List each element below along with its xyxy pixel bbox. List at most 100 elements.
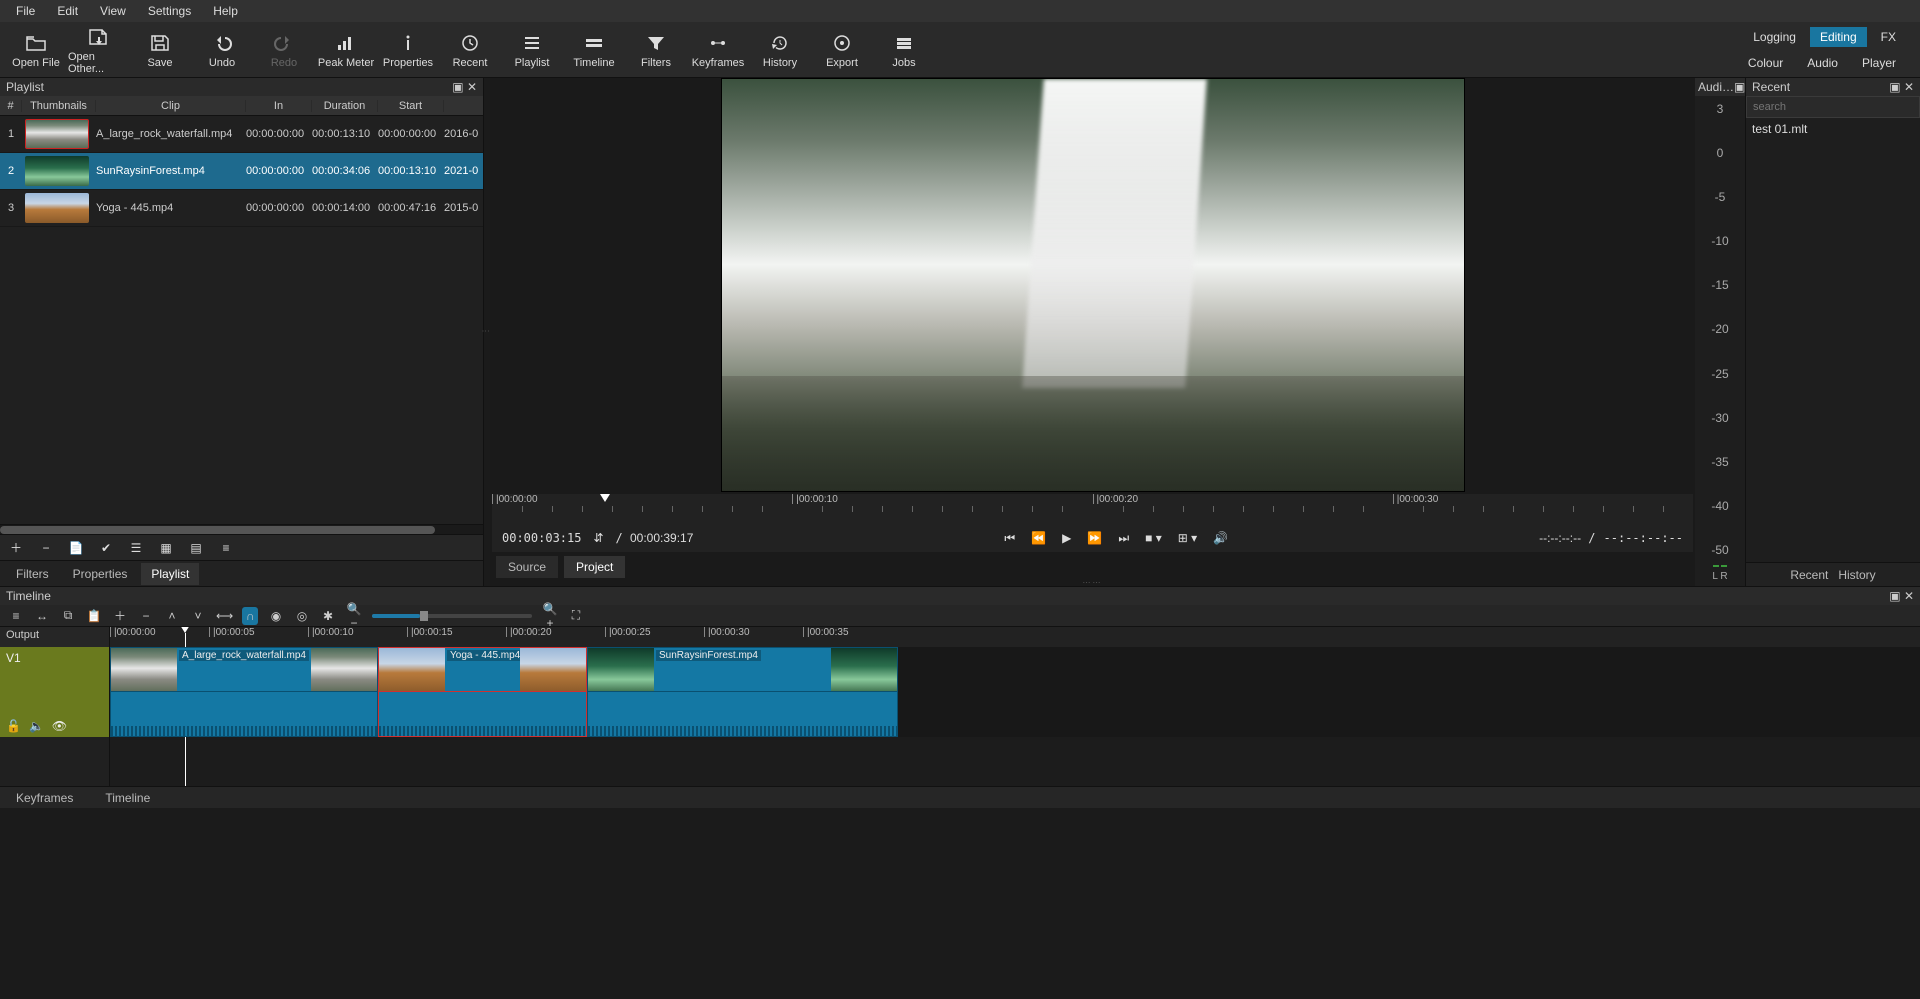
fastforward-icon[interactable]: ⏩ bbox=[1083, 531, 1106, 545]
timeline-tracks[interactable]: |00:00:00|00:00:05|00:00:10|00:00:15|00:… bbox=[110, 627, 1920, 786]
timeline-zoomin-button[interactable]: 🔍+ bbox=[542, 602, 558, 630]
toolbar-filters-button[interactable]: Filters bbox=[626, 24, 686, 76]
playlist-hscroll[interactable] bbox=[0, 524, 483, 534]
playlist-row[interactable]: 3Yoga - 445.mp400:00:00:0000:00:14:0000:… bbox=[0, 190, 483, 227]
preview-ruler[interactable]: |00:00:00|00:00:10|00:00:20|00:00:30 bbox=[492, 494, 1693, 524]
timeline-menu-button[interactable]: ≡ bbox=[8, 609, 24, 623]
audio-scale-mark: -40 bbox=[1711, 499, 1728, 513]
preview-tab-source[interactable]: Source bbox=[496, 556, 558, 578]
skip-end-icon[interactable]: ⏭ bbox=[1114, 531, 1133, 546]
menu-settings[interactable]: Settings bbox=[138, 1, 201, 21]
timeline-plus-button[interactable]: ＋ bbox=[112, 607, 128, 624]
skip-start-icon[interactable]: ⏮ bbox=[1000, 531, 1019, 546]
panel-controls-icon[interactable]: ▣ ✕ bbox=[1889, 80, 1914, 94]
layout-tab-audio[interactable]: Audio bbox=[1797, 53, 1848, 73]
toolbar-recent-button[interactable]: Recent bbox=[440, 24, 500, 76]
toolbar-jobs-button[interactable]: Jobs bbox=[874, 24, 934, 76]
toolbar-peak-meter-button[interactable]: Peak Meter bbox=[316, 24, 376, 76]
timeline-minus-button[interactable]: − bbox=[138, 609, 154, 623]
eye-icon[interactable]: 👁 bbox=[52, 719, 67, 733]
zoom-slider[interactable] bbox=[372, 614, 532, 618]
timeline-clip[interactable]: SunRaysinForest.mp4 bbox=[587, 647, 898, 692]
toolbar-open-other--button[interactable]: Open Other... bbox=[68, 24, 128, 76]
layout-tab-player[interactable]: Player bbox=[1852, 53, 1906, 73]
layout-tab-colour[interactable]: Colour bbox=[1738, 53, 1793, 73]
rewind-icon[interactable]: ⏪ bbox=[1027, 531, 1050, 545]
playlist-tab-properties[interactable]: Properties bbox=[63, 563, 138, 585]
preview-tab-project[interactable]: Project bbox=[564, 556, 625, 578]
playlist-tab-filters[interactable]: Filters bbox=[6, 563, 59, 585]
timeline-clip-audio[interactable] bbox=[378, 692, 587, 737]
playlist-minus-button[interactable]: − bbox=[36, 538, 56, 558]
recent-tab-history[interactable]: History bbox=[1838, 568, 1875, 582]
layout-tab-logging[interactable]: Logging bbox=[1743, 27, 1806, 47]
recent-item[interactable]: test 01.mlt bbox=[1746, 118, 1920, 140]
playlist-lines-button[interactable]: ≡ bbox=[216, 538, 236, 558]
timeline-up-button[interactable]: ˄ bbox=[164, 609, 180, 623]
timeline-clip[interactable]: A_large_rock_waterfall.mp4 bbox=[110, 647, 378, 692]
timeline-clip-audio[interactable] bbox=[110, 692, 378, 737]
timeline-ruler-tick: |00:00:15 bbox=[407, 627, 453, 637]
layout-tab-fx[interactable]: FX bbox=[1871, 27, 1906, 47]
playlist-grid-button[interactable]: ▦ bbox=[156, 538, 176, 558]
timeline-down-button[interactable]: ˅ bbox=[190, 609, 206, 623]
playlist-plus-button[interactable]: ＋ bbox=[6, 538, 26, 558]
toolbar-export-button[interactable]: Export bbox=[812, 24, 872, 76]
timeline-copy-button[interactable]: ⧉ bbox=[60, 608, 76, 623]
timeline-snap-button[interactable]: ∩ bbox=[242, 607, 258, 625]
recent-search-input[interactable] bbox=[1746, 96, 1920, 118]
recent-tab-recent[interactable]: Recent bbox=[1790, 568, 1828, 582]
toolbar-undo-button[interactable]: Undo bbox=[192, 24, 252, 76]
timeline-star-button[interactable]: ✱ bbox=[320, 609, 336, 623]
playlist-list-button[interactable]: ☰ bbox=[126, 538, 146, 558]
menu-file[interactable]: File bbox=[6, 1, 45, 21]
toolbar-redo-button[interactable]: Redo bbox=[254, 24, 314, 76]
track-v1[interactable]: A_large_rock_waterfall.mp4Yoga - 445.mp4… bbox=[110, 647, 1920, 737]
grid-dropdown-icon[interactable]: ⊞ ▾ bbox=[1174, 531, 1201, 545]
splitter-horizontal[interactable]: ⋯⋯ bbox=[490, 578, 1695, 586]
track-header-v1[interactable]: V1 🔓 🔈 👁 bbox=[0, 647, 109, 737]
toolbar-history-button[interactable]: History bbox=[750, 24, 810, 76]
toolbar-properties-button[interactable]: Properties bbox=[378, 24, 438, 76]
menu-help[interactable]: Help bbox=[203, 1, 248, 21]
panel-controls-icon[interactable]: ▣ ✕ bbox=[1889, 589, 1914, 603]
playlist-sheet-button[interactable]: 📄 bbox=[66, 538, 86, 558]
bottom-tab-timeline[interactable]: Timeline bbox=[97, 788, 158, 808]
timeline-clip[interactable]: Yoga - 445.mp4 bbox=[378, 647, 587, 692]
timeline-clip-audio[interactable] bbox=[587, 692, 898, 737]
bottom-tab-keyframes[interactable]: Keyframes bbox=[8, 788, 81, 808]
timeline-split-button[interactable]: ⟷ bbox=[216, 609, 232, 623]
toolbar-save-button[interactable]: Save bbox=[130, 24, 190, 76]
playlist-row[interactable]: 2SunRaysinForest.mp400:00:00:0000:00:34:… bbox=[0, 153, 483, 190]
layout-tab-editing[interactable]: Editing bbox=[1810, 27, 1867, 47]
toolbar-playlist-button[interactable]: Playlist bbox=[502, 24, 562, 76]
zoom-dropdown-icon[interactable]: ■ ▾ bbox=[1141, 531, 1166, 545]
timeline-ruler[interactable]: |00:00:00|00:00:05|00:00:10|00:00:15|00:… bbox=[110, 627, 1920, 647]
play-icon[interactable]: ▶ bbox=[1058, 531, 1075, 545]
playlist-row[interactable]: 1A_large_rock_waterfall.mp400:00:00:0000… bbox=[0, 116, 483, 153]
toolbar-keyframes-button[interactable]: Keyframes bbox=[688, 24, 748, 76]
timeline-circle-button[interactable]: ◎ bbox=[294, 609, 310, 623]
timeline-ripple-button[interactable]: ◉ bbox=[268, 609, 284, 623]
timeline-paste-button[interactable]: 📋 bbox=[86, 609, 102, 623]
preview-viewport[interactable] bbox=[721, 78, 1465, 492]
toolbar-open-file-button[interactable]: Open File bbox=[6, 24, 66, 76]
peak-icon bbox=[335, 31, 357, 55]
toolbar-timeline-button[interactable]: Timeline bbox=[564, 24, 624, 76]
timeline-arrow-button[interactable]: ↔ bbox=[34, 609, 50, 623]
playlist-table-button[interactable]: ▤ bbox=[186, 538, 206, 558]
preview-playhead[interactable] bbox=[600, 494, 610, 502]
recent-icon bbox=[459, 31, 481, 55]
menu-view[interactable]: View bbox=[90, 1, 136, 21]
time-current[interactable]: 00:00:03:15 bbox=[502, 531, 581, 545]
lock-icon[interactable]: 🔓 bbox=[6, 719, 21, 733]
time-spinner-icon[interactable]: ⇵ bbox=[589, 531, 607, 545]
menu-edit[interactable]: Edit bbox=[47, 1, 88, 21]
panel-controls-icon[interactable]: ▣ ✕ bbox=[452, 80, 477, 94]
mute-icon[interactable]: 🔈 bbox=[29, 719, 44, 733]
timeline-fit-button[interactable]: ⛶ bbox=[568, 608, 584, 623]
timeline-zoomout-button[interactable]: 🔍− bbox=[346, 602, 362, 630]
playlist-check-button[interactable]: ✔ bbox=[96, 538, 116, 558]
playlist-tab-playlist[interactable]: Playlist bbox=[141, 563, 199, 585]
volume-icon[interactable]: 🔊 bbox=[1209, 531, 1232, 545]
